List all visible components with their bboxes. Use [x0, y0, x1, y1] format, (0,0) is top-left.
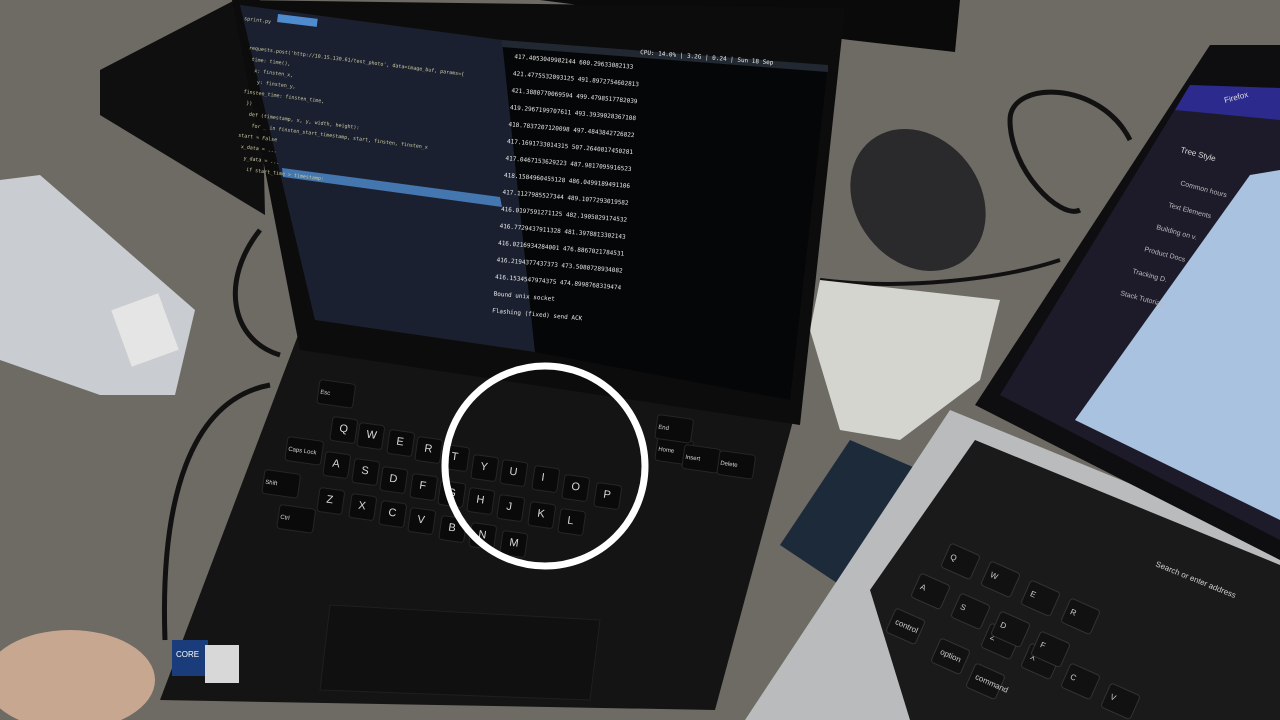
key-label: M	[509, 537, 520, 550]
cpu-sticker-label: CORE	[176, 650, 199, 659]
key-i[interactable]	[531, 465, 560, 493]
touchpad[interactable]	[319, 604, 601, 701]
gpu-sticker	[205, 645, 239, 683]
photo-scene: sprint.py requests.post('http://10.15.13…	[0, 0, 1280, 720]
editor-code-line: })	[246, 100, 253, 107]
